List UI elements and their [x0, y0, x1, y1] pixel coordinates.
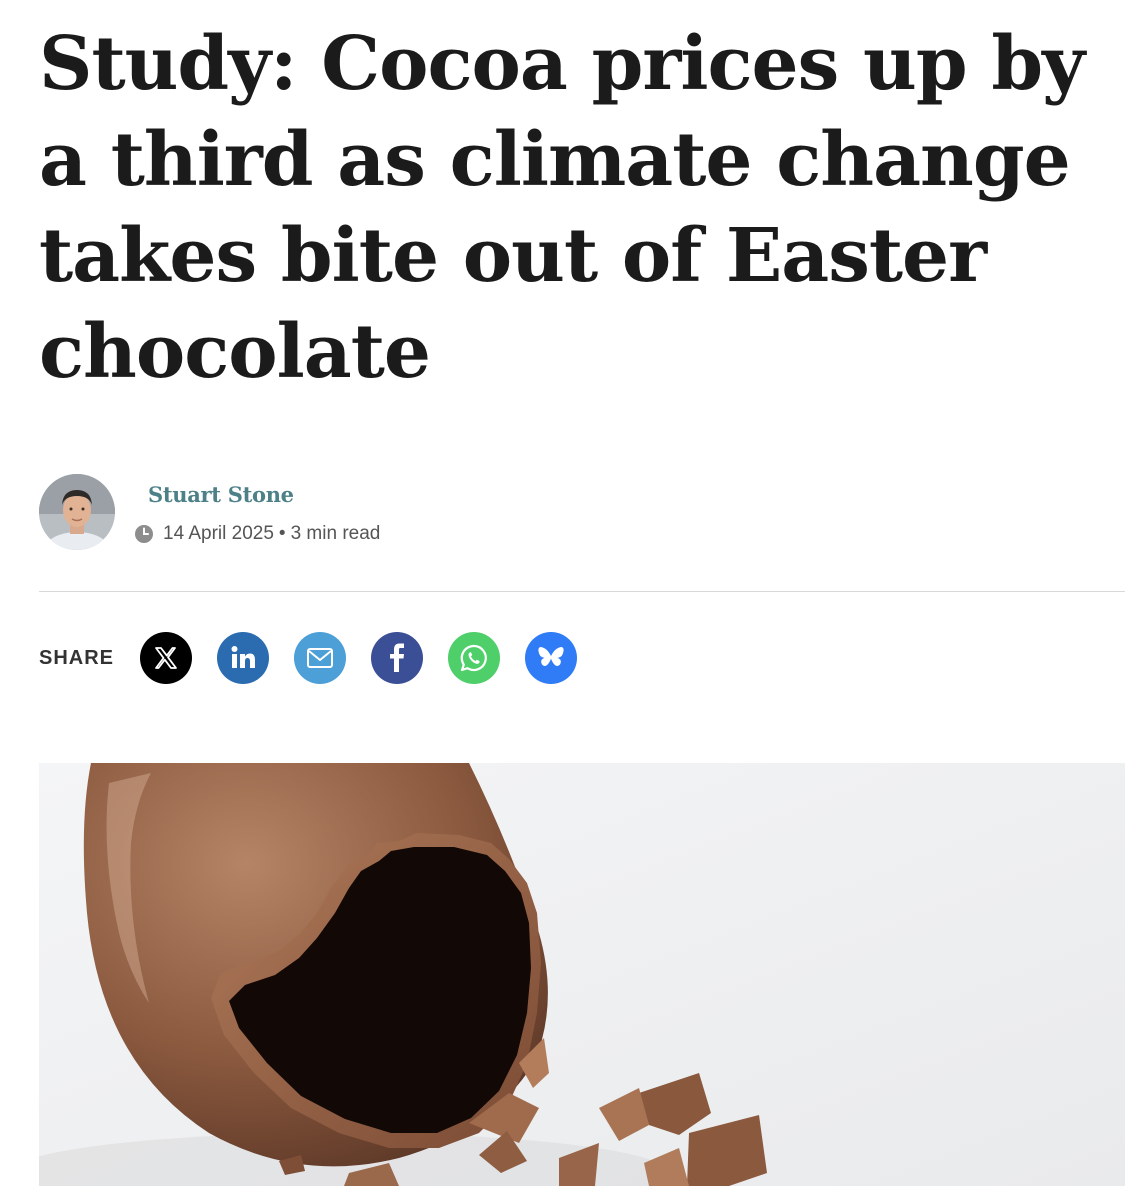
meta-separator: •: [278, 523, 286, 544]
article: Study: Cocoa prices up by a third as cli…: [39, 0, 1125, 1186]
x-icon: [155, 647, 177, 669]
share-x-button[interactable]: [140, 632, 193, 684]
share-facebook-button[interactable]: [371, 632, 424, 684]
butterfly-icon: [538, 647, 564, 667]
read-time: 3 min read: [290, 523, 381, 544]
author-link[interactable]: Stuart Stone: [148, 482, 294, 507]
hero-image: [39, 763, 1125, 1186]
divider: [39, 591, 1125, 592]
share-whatsapp-button[interactable]: [448, 632, 501, 684]
share-email-button[interactable]: [294, 632, 347, 684]
article-headline: Study: Cocoa prices up by a third as cli…: [39, 21, 1085, 395]
clock-icon: [135, 525, 153, 543]
mail-icon: [307, 648, 334, 668]
byline: Stuart Stone 14 April 2025 • 3 min read: [39, 474, 639, 554]
share-label: SHARE: [39, 646, 115, 669]
article-meta: 14 April 2025 • 3 min read: [134, 523, 380, 545]
whatsapp-icon: [460, 644, 487, 672]
share-bluesky-button[interactable]: [525, 632, 578, 684]
share-bar: SHARE: [39, 631, 602, 685]
facebook-icon: [390, 643, 405, 672]
chocolate-egg-image: [39, 763, 1125, 1186]
author-avatar[interactable]: [39, 474, 115, 550]
publish-date: 14 April 2025: [163, 523, 274, 544]
linkedin-icon: [231, 646, 256, 668]
share-linkedin-button[interactable]: [217, 632, 270, 684]
author-photo: [39, 474, 115, 550]
